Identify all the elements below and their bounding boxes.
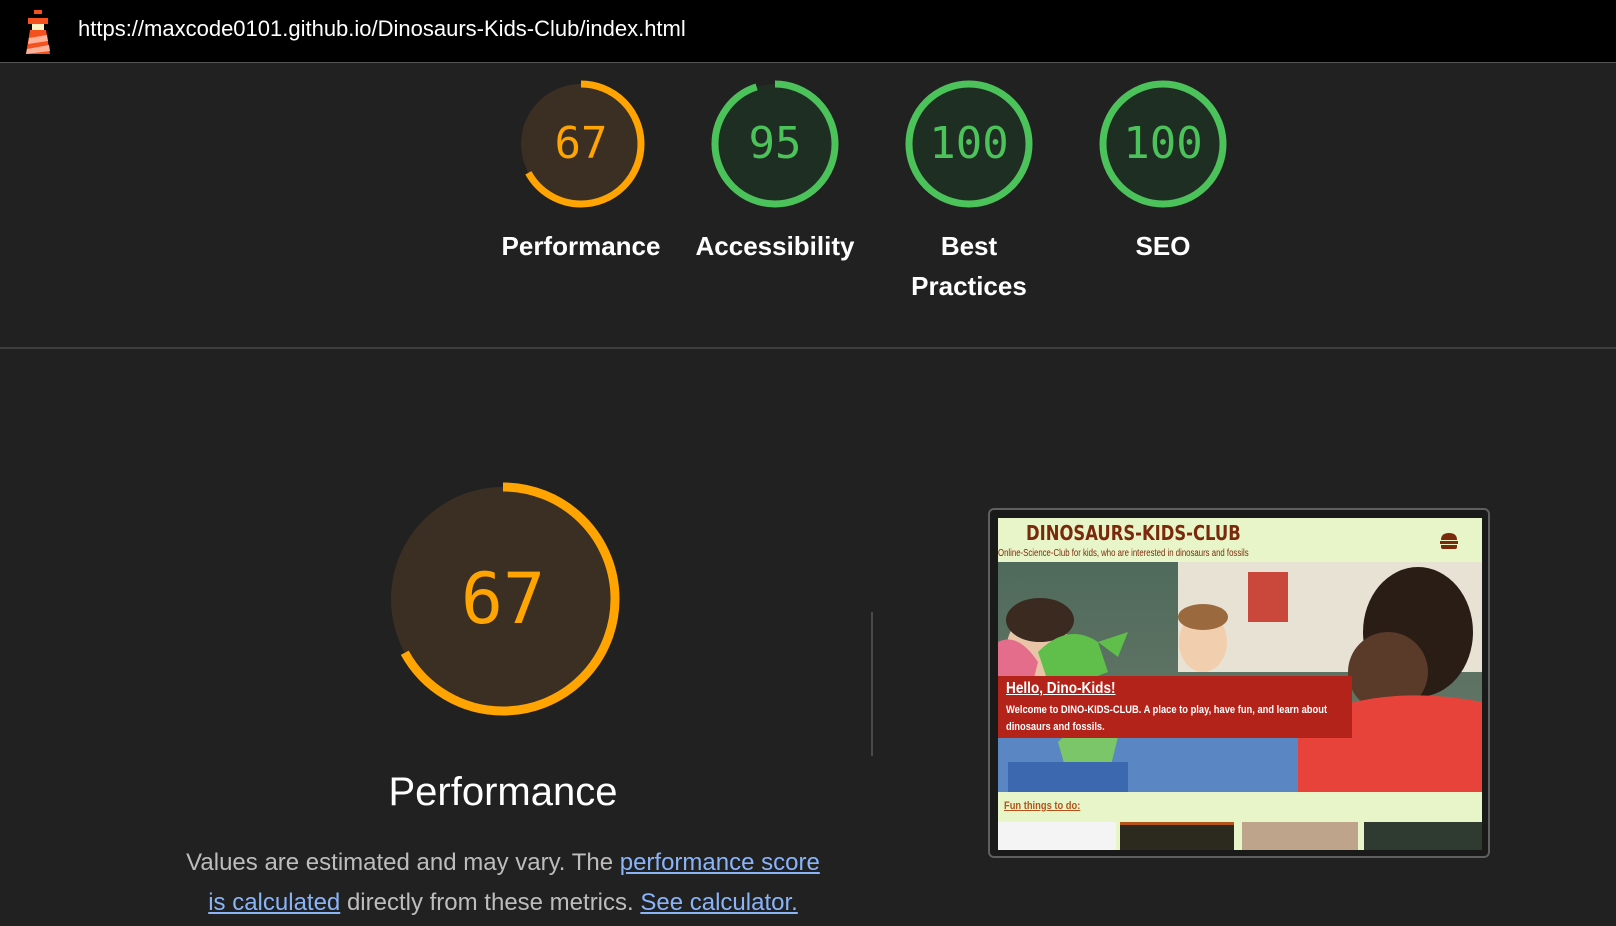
tile-image	[1242, 822, 1358, 850]
performance-title: Performance	[388, 770, 618, 814]
hello-banner: Hello, Dino-Kids! Welcome to DINO-KIDS-C…	[998, 676, 1352, 738]
gauge-label: Accessibility	[695, 231, 855, 261]
activity-tiles	[998, 822, 1482, 850]
performance-description: Values are estimated and may vary. The p…	[176, 843, 830, 923]
tile-image	[998, 822, 1116, 850]
site-title: DINOSAURS-KIDS-CLUB	[1026, 521, 1241, 545]
page-url[interactable]: https://maxcode0101.github.io/Dinosaurs-…	[78, 16, 686, 42]
hamburger-icon	[1440, 533, 1458, 549]
gauge-score: 100	[929, 118, 1008, 169]
gauge-label: SEO	[1135, 231, 1191, 261]
performance-gauge-large: 67	[386, 482, 620, 716]
gauge-label: Performance	[501, 231, 661, 261]
gauge-ring: 100	[1099, 80, 1227, 208]
gauge-score: 67	[555, 118, 608, 169]
gauge-best-practices[interactable]: 100 Best Practices	[884, 78, 1054, 306]
gauge-score: 95	[749, 118, 802, 169]
category-gauges: 67 Performance 95 Accessibility 100 Best…	[0, 78, 1616, 348]
final-screenshot[interactable]: DINOSAURS-KIDS-CLUB Online-Science-Club …	[988, 508, 1490, 858]
tile-image	[1120, 822, 1234, 850]
gauge-ring: 100	[905, 80, 1033, 208]
section-divider	[0, 347, 1616, 349]
site-subtitle: Online-Science-Club for kids, who are in…	[998, 548, 1249, 559]
fun-things-label: Fun things to do:	[1004, 800, 1081, 812]
lighthouse-icon	[26, 10, 50, 54]
gauge-score: 100	[1123, 118, 1202, 169]
gauge-accessibility[interactable]: 95 Accessibility	[690, 78, 860, 266]
gauge-ring: 95	[711, 80, 839, 208]
hello-text: Welcome to DINO-KIDS-CLUB. A place to pl…	[1006, 704, 1328, 733]
description-text: directly from these metrics.	[340, 889, 641, 916]
gauge-ring: 67	[517, 80, 645, 208]
gauge-label: Best Practices	[911, 231, 1027, 301]
see-calculator-link[interactable]: See calculator.	[640, 889, 797, 916]
description-text: Values are estimated and may vary. The	[186, 849, 620, 876]
vertical-divider	[871, 612, 873, 756]
gauge-performance[interactable]: 67 Performance	[496, 78, 666, 266]
tile-image	[1364, 822, 1482, 850]
screenshot-image: DINOSAURS-KIDS-CLUB Online-Science-Club …	[998, 518, 1482, 850]
performance-score: 67	[461, 558, 545, 640]
site-header: DINOSAURS-KIDS-CLUB Online-Science-Club …	[998, 518, 1482, 562]
hello-title: Hello, Dino-Kids!	[1006, 680, 1116, 697]
gauge-seo[interactable]: 100 SEO	[1078, 78, 1248, 266]
url-bar: https://maxcode0101.github.io/Dinosaurs-…	[0, 0, 1616, 63]
